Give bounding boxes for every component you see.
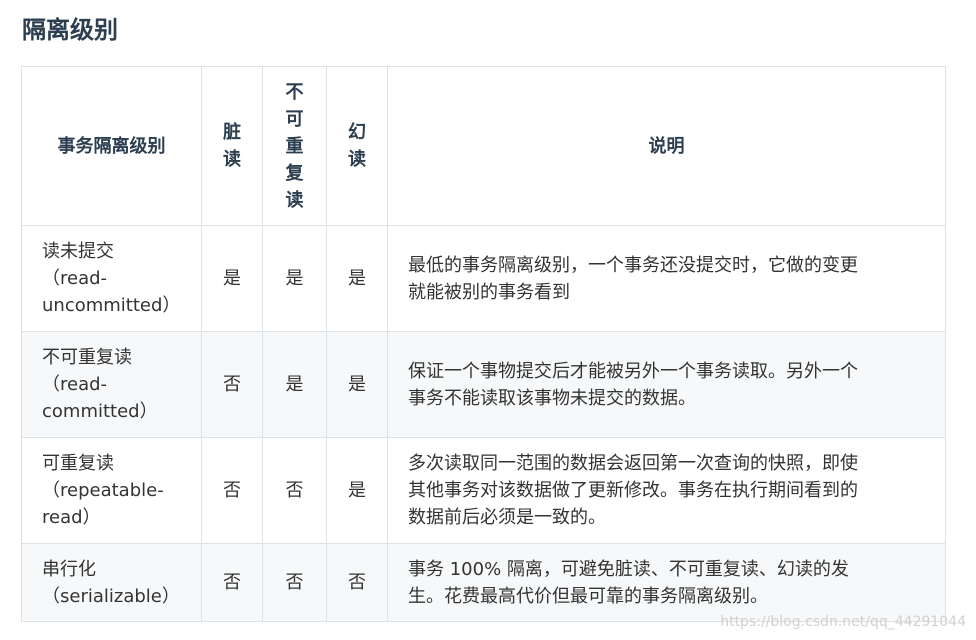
header-dirty-read-char: 读 [223,149,241,170]
isolation-level-table: 事务隔离级别 脏 读 不 可 重 复 读 幻 读 说明 读未提交 （read- [21,66,946,622]
level-code: （read- [42,374,108,395]
cell-nonrepeatable-read: 是 [262,331,327,438]
description-line: 最低的事务隔离级别，一个事务还没提交时，它做的变更 [408,254,858,276]
cell-level: 读未提交 （read- uncommitted） [21,225,202,332]
cell-description: 多次读取同一范围的数据会返回第一次查询的快照，即使 其他事务对该数据做了更新修改… [387,437,946,544]
cell-description: 事务 100% 隔离，可避免脏读、不可重复读、幻读的发 生。花费最高代价但最可靠… [387,543,946,622]
header-phantom-char: 读 [348,149,366,170]
cell-dirty-read: 否 [201,543,263,622]
description-line: 就能被别的事务看到 [408,281,570,303]
description-line: 生。花费最高代价但最可靠的事务隔离级别。 [408,585,768,607]
cell-nonrepeatable-read: 否 [262,543,327,622]
level-code: （read- [42,268,108,289]
cell-dirty-read: 是 [201,225,263,332]
cell-nonrepeatable-read: 否 [262,437,327,544]
watermark-text: https://blog.csdn.net/qq_44291044 [720,614,966,630]
header-nonrepeatable-read: 不 可 重 复 读 [262,66,327,226]
level-code: read） [42,507,101,528]
header-nonrepeatable-char: 重 [285,135,304,157]
cell-description: 最低的事务隔离级别，一个事务还没提交时，它做的变更 就能被别的事务看到 [387,225,946,332]
header-level: 事务隔离级别 [21,66,202,226]
description-line: 其他事务对该数据做了更新修改。事务在执行期间看到的 [408,480,858,501]
level-name: 串行化 [42,558,96,580]
table-row: 可重复读 （repeatable- read） 否 否 是 多次读取同一范围的数… [21,437,946,544]
header-phantom-read: 幻 读 [326,66,388,226]
header-description: 说明 [387,66,946,226]
description-line: 事务不能读取该事物未提交的数据。 [408,387,696,409]
table-header-row: 事务隔离级别 脏 读 不 可 重 复 读 幻 读 说明 [21,66,946,226]
cell-phantom-read: 否 [326,543,388,622]
table-row: 串行化 （serializable） 否 否 否 事务 100% 隔离，可避免脏… [21,543,946,622]
cell-level: 串行化 （serializable） [21,543,202,622]
cell-dirty-read: 否 [201,437,263,544]
cell-phantom-read: 是 [326,331,388,438]
cell-phantom-read: 是 [326,437,388,544]
table-row: 读未提交 （read- uncommitted） 是 是 是 最低的事务隔离级别… [21,225,946,332]
level-code: （serializable） [42,585,180,607]
description-line: 数据前后必须是一致的。 [408,507,606,528]
cell-dirty-read: 否 [201,331,263,438]
level-code: committed） [42,401,158,422]
cell-level: 不可重复读 （read- committed） [21,331,202,438]
level-code: uncommitted） [42,295,181,316]
level-name: 读未提交 [42,241,114,262]
header-phantom-char: 幻 [348,122,366,143]
header-nonrepeatable-char: 复 [285,162,304,184]
header-dirty-read-char: 脏 [223,122,241,143]
description-line: 多次读取同一范围的数据会返回第一次查询的快照，即使 [408,453,858,474]
header-nonrepeatable-char: 不 [285,81,304,103]
cell-level: 可重复读 （repeatable- read） [21,437,202,544]
description-line: 事务 100% 隔离，可避免脏读、不可重复读、幻读的发 [408,558,849,580]
level-name: 不可重复读 [42,347,132,368]
cell-phantom-read: 是 [326,225,388,332]
header-nonrepeatable-char: 读 [285,189,304,211]
cell-description: 保证一个事物提交后才能被另外一个事务读取。另外一个 事务不能读取该事物未提交的数… [387,331,946,438]
description-line: 保证一个事物提交后才能被另外一个事务读取。另外一个 [408,360,858,382]
cell-nonrepeatable-read: 是 [262,225,327,332]
header-dirty-read: 脏 读 [201,66,263,226]
section-title: 隔离级别 [22,16,118,44]
level-name: 可重复读 [42,453,114,474]
table-row: 不可重复读 （read- committed） 否 是 是 保证一个事物提交后才… [21,331,946,438]
header-nonrepeatable-char: 可 [285,108,304,130]
level-code: （repeatable- [42,480,164,501]
